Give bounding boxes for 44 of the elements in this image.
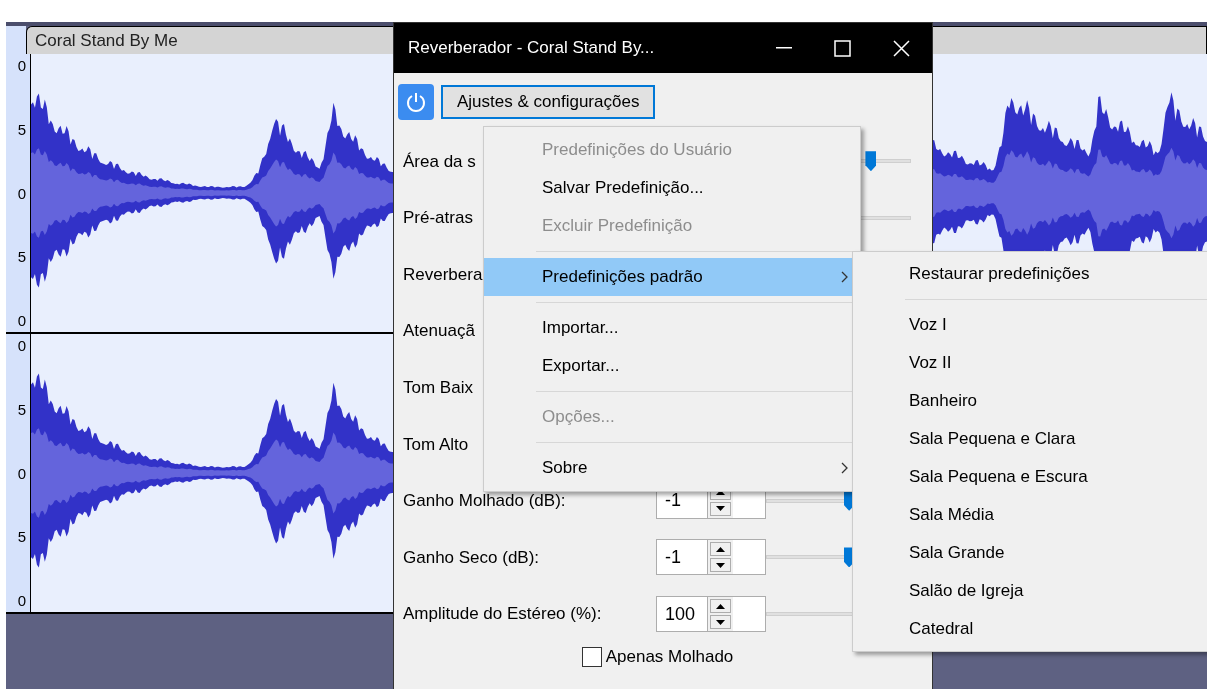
field-label: Área da s [403, 151, 476, 171]
menu-item[interactable]: Salvar Predefinição... [484, 169, 860, 207]
power-button[interactable] [398, 84, 434, 120]
power-icon [405, 91, 427, 113]
slider-thumb[interactable] [865, 151, 877, 172]
spin-field[interactable]: 100 [656, 596, 766, 633]
checkbox-label: Apenas Molhado [605, 646, 734, 669]
menu-item[interactable]: Voz II [853, 344, 1207, 382]
chevron-right-icon [841, 271, 848, 283]
field-label: Amplitude do Estéreo (%): [403, 604, 602, 624]
menu-item[interactable]: Sala Média [853, 496, 1207, 534]
menu-item[interactable]: Sala Pequena e Escura [853, 458, 1207, 496]
close-icon[interactable] [893, 39, 910, 57]
field-label: Pré-atras [403, 208, 473, 228]
ruler-label: 0 [17, 185, 26, 201]
field-label: Reverbera [403, 264, 483, 284]
settings-button[interactable]: Ajustes & configurações [441, 85, 656, 119]
ruler-label: 5 [17, 529, 26, 545]
checkbox[interactable] [581, 647, 602, 668]
menu-item[interactable]: Banheiro [853, 382, 1207, 420]
menu-item[interactable]: Voz I [853, 306, 1207, 344]
minimize-icon[interactable] [776, 47, 792, 49]
menu-item[interactable]: Sala Pequena e Clara [853, 420, 1207, 458]
maximize-icon[interactable] [834, 39, 851, 57]
field-label: Ganho Molhado (dB): [403, 491, 566, 511]
field-label: Ganho Seco (dB): [403, 547, 540, 567]
ruler-label: 5 [17, 249, 26, 265]
window-title: Reverberador - Coral Stand By... [408, 37, 656, 60]
spin-field[interactable]: -1 [656, 539, 766, 576]
track-name: Coral Stand By Me [35, 29, 178, 52]
ruler-label: 0 [17, 313, 26, 328]
menu-item[interactable]: Sala Grande [853, 534, 1207, 572]
ruler-label: 0 [17, 58, 26, 73]
field-label: Tom Alto [403, 434, 469, 454]
ruler-label: 0 [17, 465, 26, 481]
ruler-label: 5 [17, 401, 26, 417]
field-label: Atenuaçã [403, 321, 475, 341]
menu-item[interactable]: Catedral [853, 610, 1207, 648]
menu-item[interactable]: Salão de Igreja [853, 572, 1207, 610]
ruler-label: 0 [17, 338, 26, 353]
ruler-label: 5 [17, 121, 26, 137]
chevron-right-icon [841, 462, 848, 474]
ruler-label: 0 [17, 593, 26, 608]
field-label: Tom Baix [403, 377, 473, 397]
